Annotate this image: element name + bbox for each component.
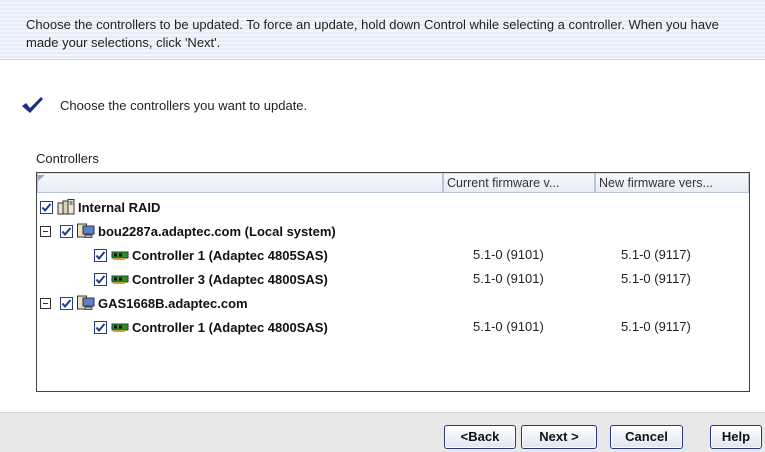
- tree-row-controller-3-4800sas[interactable]: Controller 3 (Adaptec 4800SAS) 5.1-0 (91…: [37, 267, 749, 291]
- table-header: Current firmware v... New firmware vers.…: [37, 173, 749, 193]
- instructions-banner: Choose the controllers to be updated. To…: [0, 0, 765, 60]
- checkbox-gas1668b[interactable]: [60, 296, 73, 310]
- help-button[interactable]: Help: [710, 425, 762, 449]
- checkbox-controller-1-4805sas[interactable]: [94, 248, 107, 262]
- instruction-row: Choose the controllers you want to updat…: [20, 95, 307, 115]
- controllers-tree-table: Current firmware v... New firmware vers.…: [36, 172, 750, 392]
- current-firmware-cell: 5.1-0 (9101): [473, 271, 544, 286]
- tree-label: Internal RAID: [78, 199, 161, 215]
- tree-row-internal-raid[interactable]: Internal RAID: [37, 195, 749, 219]
- current-firmware-cell: 5.1-0 (9101): [473, 319, 544, 334]
- main-panel: Choose the controllers you want to updat…: [0, 60, 765, 412]
- sort-indicator-icon: [38, 175, 45, 181]
- controller-card-icon: [111, 323, 129, 332]
- instruction-text: Choose the controllers you want to updat…: [60, 97, 308, 113]
- tree-row-controller-1-4805sas[interactable]: Controller 1 (Adaptec 4805SAS) 5.1-0 (91…: [37, 243, 749, 267]
- tree-row-controller-1-4800sas[interactable]: Controller 1 (Adaptec 4800SAS) 5.1-0 (91…: [37, 315, 749, 339]
- collapse-toggle[interactable]: [40, 297, 51, 309]
- column-header-current-firmware[interactable]: Current firmware v...: [443, 173, 595, 193]
- tree-label: Controller 1 (Adaptec 4800SAS): [132, 319, 328, 335]
- back-button[interactable]: <Back: [444, 425, 516, 449]
- computer-icon: [77, 295, 95, 310]
- checkbox-controller-3-4800sas[interactable]: [94, 272, 107, 286]
- checkmark-icon: [22, 97, 43, 113]
- wizard-footer: <Back Next > Cancel Help: [0, 412, 765, 452]
- checkbox-internal-raid[interactable]: [40, 200, 53, 214]
- banner-text: Choose the controllers to be updated. To…: [26, 17, 719, 50]
- raid-icon: [57, 199, 75, 215]
- controller-card-icon: [111, 275, 129, 284]
- tree-label: Controller 1 (Adaptec 4805SAS): [132, 247, 328, 263]
- controller-card-icon: [111, 251, 129, 260]
- tree-label: Controller 3 (Adaptec 4800SAS): [132, 271, 328, 287]
- next-button[interactable]: Next >: [521, 425, 597, 449]
- new-firmware-cell: 5.1-0 (9117): [621, 271, 691, 286]
- checkbox-bou2287a[interactable]: [60, 224, 73, 238]
- collapse-toggle[interactable]: [40, 225, 51, 237]
- tree-row-gas1668b[interactable]: GAS1668B.adaptec.com: [37, 291, 749, 315]
- tree-label: bou2287a.adaptec.com (Local system): [98, 223, 336, 239]
- new-firmware-cell: 5.1-0 (9117): [621, 247, 691, 262]
- cancel-button[interactable]: Cancel: [610, 425, 683, 449]
- tree-label: GAS1668B.adaptec.com: [98, 295, 248, 311]
- controllers-label: Controllers: [36, 151, 99, 166]
- current-firmware-cell: 5.1-0 (9101): [473, 247, 544, 262]
- tree-row-bou2287a[interactable]: bou2287a.adaptec.com (Local system): [37, 219, 749, 243]
- new-firmware-cell: 5.1-0 (9117): [621, 319, 691, 334]
- checkbox-controller-1-4800sas[interactable]: [94, 320, 107, 334]
- column-header-tree[interactable]: [37, 173, 443, 193]
- computer-icon: [77, 223, 95, 238]
- column-header-new-firmware[interactable]: New firmware vers...: [595, 173, 749, 193]
